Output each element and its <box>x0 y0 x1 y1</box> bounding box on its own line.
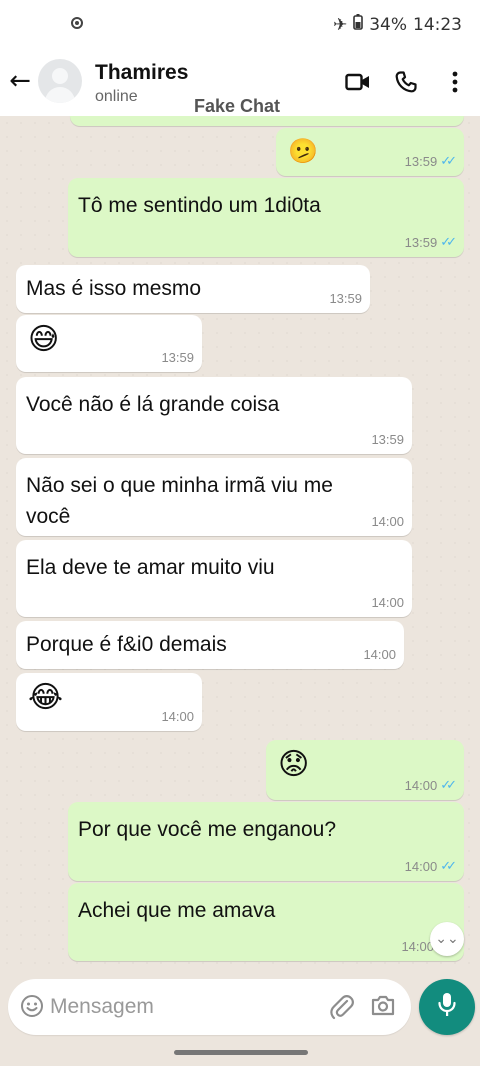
message-time: 14:00 <box>371 595 404 610</box>
message-text: Porque é f&i0 demais <box>26 633 227 656</box>
message-bubble-partial <box>70 116 464 126</box>
message-text: Tô me sentindo um 1di0ta <box>78 194 321 217</box>
mic-icon <box>437 992 457 1023</box>
mic-button[interactable] <box>419 979 475 1035</box>
emoji-icon[interactable] <box>20 994 44 1018</box>
message-text: Ela deve te amar muito viu <box>26 556 275 579</box>
message-meta: 14:00 <box>371 514 404 529</box>
message-bubble-incoming[interactable]: Você não é lá grande coisa 13:59 <box>16 377 412 454</box>
status-indicators: ✈ 34% 14:23 <box>333 14 462 35</box>
phone-icon[interactable] <box>392 68 420 96</box>
battery-icon <box>353 14 364 35</box>
message-time: 14:00 <box>161 709 194 724</box>
system-nav-bar <box>0 1040 480 1066</box>
message-time: 14:00 <box>371 514 404 529</box>
message-text: Achei que me amava <box>78 899 276 922</box>
home-indicator[interactable] <box>174 1050 308 1055</box>
message-meta: 14:00 <box>371 595 404 610</box>
message-meta: 14:00 <box>401 939 434 954</box>
message-emoji: 🫤 <box>288 137 318 165</box>
message-meta: 13:59 <box>329 291 362 306</box>
message-time: 14:00 <box>401 939 434 954</box>
message-meta: 13:59 <box>371 432 404 447</box>
message-input[interactable] <box>50 989 320 1025</box>
message-time: 14:00 <box>363 647 396 662</box>
chat-header: ← Thamires online Fake Chat <box>0 52 480 116</box>
avatar[interactable] <box>38 59 82 103</box>
contact-name[interactable]: Thamires <box>95 61 188 85</box>
message-text: Não sei o que minha irmã viu me você <box>26 474 333 528</box>
message-time: 14:00 <box>404 859 438 874</box>
message-composer <box>8 979 411 1035</box>
message-meta: 14:00 ✓✓ <box>404 778 457 793</box>
read-receipt-icon: ✓✓ <box>440 235 457 250</box>
clock: 14:23 <box>413 14 462 35</box>
message-bubble-incoming[interactable]: Não sei o que minha irmã viu me você 14:… <box>16 458 412 536</box>
message-meta: 13:59 ✓✓ <box>404 154 457 169</box>
message-bubble-outgoing[interactable]: Achei que me amava 14:00 <box>68 883 464 961</box>
message-time: 13:59 <box>404 235 438 250</box>
message-bubble-outgoing[interactable]: 😟 14:00 ✓✓ <box>266 740 464 800</box>
message-time: 13:59 <box>329 291 362 306</box>
message-bubble-incoming[interactable]: Mas é isso mesmo 13:59 <box>16 265 370 313</box>
contact-status: online <box>95 88 138 105</box>
read-receipt-icon: ✓✓ <box>440 778 457 793</box>
message-bubble-outgoing[interactable]: 🫤 13:59 ✓✓ <box>276 128 464 176</box>
message-bubble-outgoing[interactable]: Tô me sentindo um 1di0ta 13:59 ✓✓ <box>68 178 464 257</box>
chat-area[interactable]: 🫤 13:59 ✓✓ Tô me sentindo um 1di0ta 13:59… <box>0 116 480 974</box>
battery-percentage: 34% <box>369 14 407 35</box>
message-bubble-outgoing[interactable]: Por que você me enganou? 14:00 ✓✓ <box>68 802 464 881</box>
message-meta: 14:00 <box>161 709 194 724</box>
message-text: Mas é isso mesmo <box>26 277 202 300</box>
watermark-label: Fake Chat <box>194 96 281 116</box>
message-text: Você não é lá grande coisa <box>26 393 280 416</box>
camera-dot-icon <box>71 17 83 29</box>
back-arrow-icon[interactable]: ← <box>6 66 34 96</box>
read-receipt-icon: ✓✓ <box>440 154 457 169</box>
message-meta: 14:00 <box>363 647 396 662</box>
airplane-icon: ✈ <box>332 14 348 35</box>
message-time: 13:59 <box>371 432 404 447</box>
message-bubble-incoming[interactable]: 😂 14:00 <box>16 673 202 731</box>
message-emoji: 😂 <box>28 680 64 715</box>
chevron-double-down-icon[interactable]: ⌄⌄ <box>430 922 464 956</box>
message-meta: 14:00 ✓✓ <box>404 859 457 874</box>
message-bubble-incoming[interactable]: Ela deve te amar muito viu 14:00 <box>16 540 412 617</box>
more-vert-icon[interactable] <box>441 68 469 96</box>
message-text: Por que você me enganou? <box>78 818 337 841</box>
message-time: 13:59 <box>404 154 438 169</box>
message-time: 13:59 <box>161 350 194 365</box>
message-emoji: 😅 <box>28 322 60 357</box>
message-meta: 13:59 ✓✓ <box>404 235 457 250</box>
message-meta: 13:59 <box>161 350 194 365</box>
attach-icon[interactable] <box>329 993 355 1021</box>
message-emoji: 😟 <box>278 747 310 782</box>
camera-icon[interactable] <box>370 993 398 1021</box>
message-bubble-incoming[interactable]: 😅 13:59 <box>16 315 202 372</box>
video-call-icon[interactable] <box>344 68 372 96</box>
message-bubble-incoming[interactable]: Porque é f&i0 demais 14:00 <box>16 621 404 669</box>
status-bar: ✈ 34% 14:23 <box>0 0 480 52</box>
read-receipt-icon: ✓✓ <box>440 859 457 874</box>
message-time: 14:00 <box>404 778 438 793</box>
